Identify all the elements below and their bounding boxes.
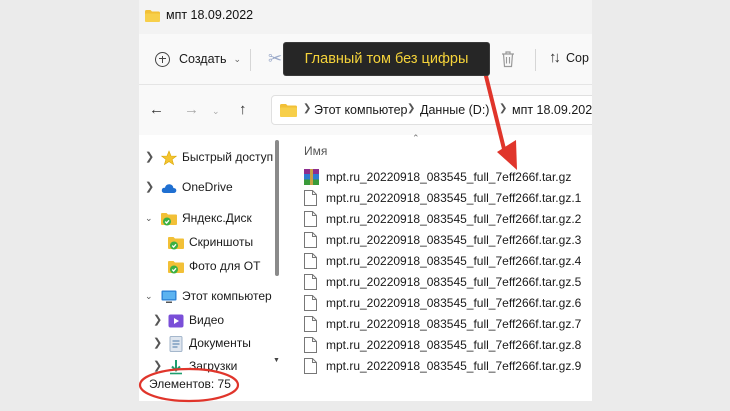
annotation-arrow xyxy=(483,70,508,159)
arrow-head-icon xyxy=(497,140,517,170)
callout-text: Главный том без цифры xyxy=(304,51,469,67)
annotation-callout: Главный том без цифры xyxy=(284,43,489,75)
highlight-ellipse xyxy=(138,367,240,403)
